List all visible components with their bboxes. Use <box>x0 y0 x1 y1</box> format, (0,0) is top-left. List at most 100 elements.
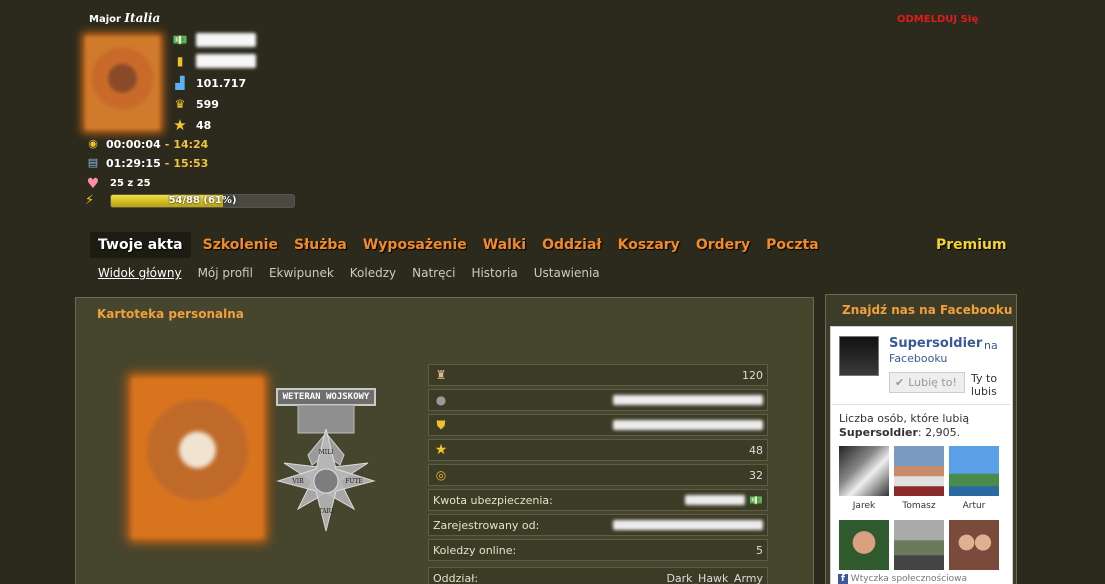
table-row: Zarejestrowany od: <box>428 514 768 536</box>
divider <box>832 404 1010 405</box>
money-value <box>196 33 256 47</box>
friend-tile[interactable] <box>839 520 889 570</box>
facebook-page-logo[interactable] <box>839 336 879 376</box>
row-value-hidden <box>613 420 763 430</box>
nav-sluzba[interactable]: Służba <box>294 232 347 258</box>
xp-progress-label: 54/88 (61%) <box>168 195 237 206</box>
subnav-widok-glowny[interactable]: Widok główny <box>98 266 182 280</box>
nav-poczta[interactable]: Poczta <box>766 232 818 258</box>
nav-ordery[interactable]: Ordery <box>696 232 750 258</box>
health-value: 25 z 25 <box>110 177 151 189</box>
facebook-f-icon: f <box>838 574 848 584</box>
timer-1-clock: 14:24 <box>173 137 209 151</box>
rank-label: Major Italia <box>89 11 160 25</box>
like-button-label: Lubię to! <box>908 376 957 389</box>
friend-tile[interactable] <box>949 520 999 570</box>
friend-photo <box>839 446 889 496</box>
unit-link[interactable]: Dark_Hawk_Army <box>666 572 763 584</box>
timer-row-1: ◉ 00:00:04 - 14:24 <box>85 137 208 151</box>
friend-photo <box>894 446 944 496</box>
facebook-title: Znajdź nas na Facebooku <box>842 303 1013 317</box>
timer-1-separator: - <box>164 137 170 151</box>
table-row: Kwota ubezpieczenia: 💵 <box>428 489 768 511</box>
nav-oddzial[interactable]: Oddział <box>542 232 602 258</box>
medal-small-icon: ◎ <box>435 468 447 482</box>
facebook-on-text: na <box>984 339 998 352</box>
medal-text-bottom: TARI <box>319 508 335 515</box>
nav-koszary[interactable]: Koszary <box>618 232 680 258</box>
panel-title: Kartoteka personalna <box>97 307 244 321</box>
medal-text-right: FUTE <box>345 478 363 485</box>
friend-photo <box>894 520 944 570</box>
facebook-link[interactable]: Facebooku <box>889 352 947 365</box>
row-value: 48 <box>749 443 763 457</box>
table-row: Oddział: Dark_Hawk_Army <box>428 567 768 584</box>
profile-portrait <box>131 377 264 539</box>
subnav-ekwipunek[interactable]: Ekwipunek <box>269 266 334 280</box>
sub-nav: Widok główny Mój profil Ekwipunek Koledz… <box>98 266 616 280</box>
nav-szkolenie[interactable]: Szkolenie <box>203 232 278 258</box>
heart-icon: ♥ <box>86 176 100 192</box>
subnav-ustawienia[interactable]: Ustawienia <box>534 266 600 280</box>
likes-count-name: Supersoldier <box>839 426 918 439</box>
friend-tile[interactable]: Artur <box>949 446 999 511</box>
likes-count-text: Liczba osób, które lubią <box>839 412 970 425</box>
crowns-value: 599 <box>196 97 219 111</box>
friend-name: Artur <box>962 501 986 511</box>
coins-icon: ◉ <box>88 137 98 150</box>
row-label: Kwota ubezpieczenia: <box>433 493 553 507</box>
logout-link[interactable]: ODMELDUJ SIę <box>897 14 978 25</box>
timer-2-clock: 15:53 <box>173 156 209 170</box>
friend-tile[interactable] <box>894 520 944 570</box>
subnav-natreci[interactable]: Natręci <box>412 266 455 280</box>
friend-photo <box>839 520 889 570</box>
row-value-hidden <box>685 495 746 505</box>
like-button[interactable]: ✔ Lubię to! <box>889 372 965 393</box>
subnav-historia[interactable]: Historia <box>471 266 517 280</box>
gold-stat: ▮ <box>172 53 256 69</box>
row-value-group: 💵 <box>685 494 763 507</box>
avatar[interactable] <box>85 36 160 130</box>
xp-progress-bar: 54/88 (61%) <box>110 194 295 208</box>
soldier-icon: ♜ <box>435 368 447 382</box>
stars-value: 48 <box>196 118 212 132</box>
nav-twoje-akta[interactable]: Twoje akta <box>90 232 191 258</box>
friend-tile[interactable]: Tomasz <box>894 446 944 511</box>
friend-name: Tomasz <box>902 501 936 511</box>
nav-walki[interactable]: Walki <box>483 232 526 258</box>
friend-photo <box>949 520 999 570</box>
row-label: Zarejestrowany od: <box>433 518 540 532</box>
stars-stat: ★ 48 <box>172 117 211 133</box>
table-row: ● <box>428 389 768 411</box>
book-icon: ▤ <box>87 156 99 169</box>
timer-2-elapsed: 01:29:15 <box>106 156 161 170</box>
nav-wyposazenie[interactable]: Wyposażenie <box>363 232 467 258</box>
timer-2-separator: - <box>164 156 170 170</box>
table-row: ★ 48 <box>428 439 768 461</box>
row-label: Oddział: <box>433 571 479 584</box>
table-row: ⛊ <box>428 414 768 436</box>
timer-1-elapsed: 00:00:04 <box>106 137 161 151</box>
star-icon: ★ <box>173 116 187 134</box>
points-value: 101.717 <box>196 76 247 90</box>
medal-icon: MILI VIR FUTE TARI <box>276 405 376 532</box>
bomb-icon: ● <box>435 393 447 407</box>
subnav-moj-profil[interactable]: Mój profil <box>198 266 253 280</box>
money-icon: 💵 <box>172 33 188 47</box>
veteran-badge: WETERAN WOJSKOWY <box>276 388 376 406</box>
medal-text-left: VIR <box>291 478 304 485</box>
facebook-page-name[interactable]: Supersoldier <box>889 336 982 351</box>
row-value-hidden <box>613 520 763 530</box>
health-row: ♥ 25 z 25 <box>85 176 151 192</box>
friend-name: Jarek <box>852 501 876 511</box>
friend-tile[interactable]: Jarek <box>839 446 889 511</box>
subnav-koledzy[interactable]: Koledzy <box>350 266 396 280</box>
stats-table: ♜ 120 ● ⛊ ★ 48 ◎ 32 Kwota ubezpieczenia:… <box>428 364 768 584</box>
gold-coin-icon: ▮ <box>176 54 184 68</box>
premium-link[interactable]: Premium <box>936 237 1007 253</box>
friend-photo <box>949 446 999 496</box>
row-value: 120 <box>742 368 763 382</box>
check-icon: ✔ <box>895 376 905 389</box>
row-value: 5 <box>756 543 763 557</box>
table-row: ♜ 120 <box>428 364 768 386</box>
